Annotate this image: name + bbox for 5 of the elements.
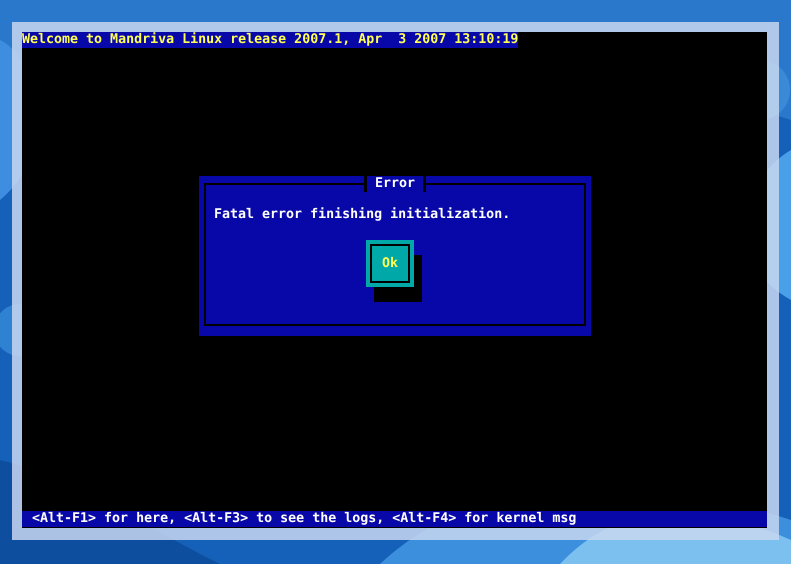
dialog-title: Error (364, 176, 426, 192)
status-bar: <Alt-F1> for here, <Alt-F3> to see the logs, <Alt-F4> for kernel msg (22, 511, 767, 527)
ok-button[interactable]: Ok (366, 240, 414, 287)
welcome-banner: Welcome to Mandriva Linux release 2007.1, Apr 3 2007 13:10:19 (22, 32, 518, 48)
error-message: Fatal error finishing initialization. (214, 207, 512, 223)
